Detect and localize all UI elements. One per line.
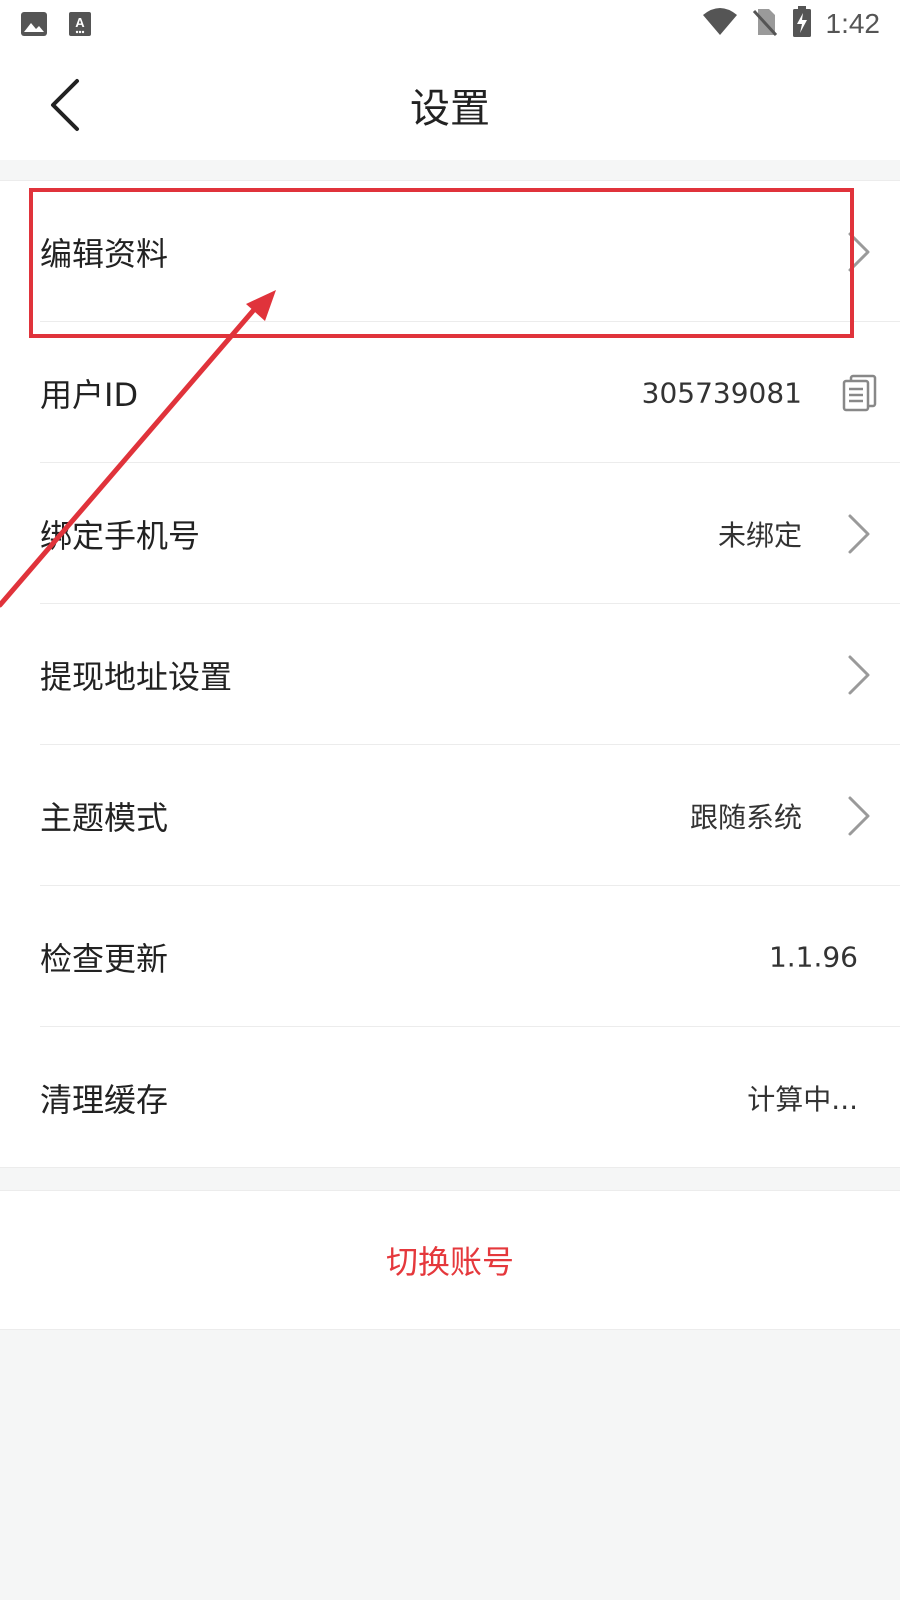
keyboard-a-icon: A: [68, 11, 92, 41]
chevron-right-icon: [848, 232, 870, 271]
row-label: 用户ID: [40, 375, 139, 414]
edit-profile-row[interactable]: 编辑资料: [0, 181, 900, 322]
svg-text:A: A: [75, 15, 85, 30]
theme-mode-row[interactable]: 主题模式 跟随系统: [0, 745, 900, 886]
theme-mode-value: 跟随系统: [689, 800, 802, 834]
switch-account-button[interactable]: 切换账号: [0, 1237, 900, 1283]
chevron-right-icon: [848, 514, 870, 553]
version-value: 1.1.96: [768, 940, 858, 973]
switch-account-section: 切换账号: [0, 1190, 900, 1330]
row-label: 检查更新: [40, 939, 169, 978]
chevron-right-icon: [848, 796, 870, 835]
row-label: 提现地址设置: [40, 657, 233, 696]
battery-charging-icon: [792, 6, 812, 42]
status-time: 1:42: [825, 8, 881, 39]
row-label: 绑定手机号: [40, 516, 201, 555]
wifi-icon: [702, 7, 738, 41]
check-update-row[interactable]: 检查更新 1.1.96: [0, 886, 900, 1027]
row-label: 编辑资料: [40, 234, 169, 273]
image-icon: [20, 11, 48, 41]
user-id-value: 305739081: [641, 376, 802, 409]
clear-cache-row[interactable]: 清理缓存 计算中...: [0, 1027, 900, 1168]
row-label: 清理缓存: [40, 1080, 169, 1119]
user-id-row: 用户ID 305739081: [0, 322, 900, 463]
bind-phone-status: 未绑定: [717, 518, 802, 552]
no-sim-icon: [752, 7, 778, 41]
withdraw-address-row[interactable]: 提现地址设置: [0, 604, 900, 745]
row-label: 主题模式: [40, 798, 169, 837]
cache-size-value: 计算中...: [747, 1082, 858, 1116]
copy-icon[interactable]: [842, 374, 878, 412]
settings-list: 编辑资料 用户ID 305739081 绑定手机号 未绑定 提现地址设置 主题模…: [0, 180, 900, 1168]
status-bar: A 1:42: [0, 0, 900, 50]
chevron-right-icon: [848, 655, 870, 694]
page-title: 设置: [410, 86, 490, 132]
title-bar: 设置: [0, 50, 900, 160]
bind-phone-row[interactable]: 绑定手机号 未绑定: [0, 463, 900, 604]
